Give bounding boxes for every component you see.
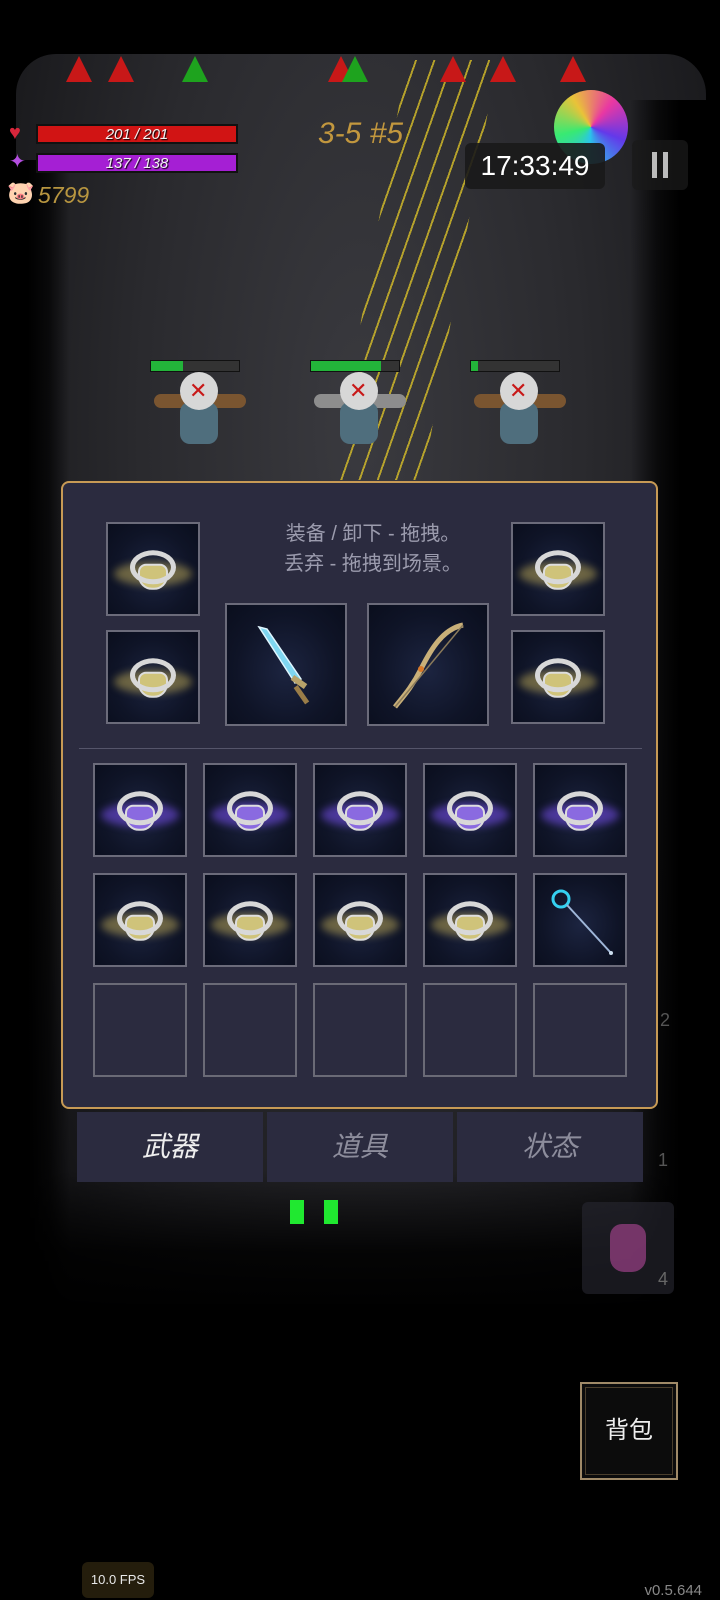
enemy-scarecrow[interactable]: [310, 360, 406, 450]
gold-count: 5799: [38, 182, 90, 208]
fps-counter: 10.0 FPS: [82, 1562, 154, 1598]
mp-bar: 137 / 138: [36, 153, 238, 173]
tab-status[interactable]: 状态: [457, 1112, 643, 1182]
bag-slot[interactable]: [93, 873, 187, 967]
potion-icon: [610, 1224, 646, 1272]
enemy-head: [340, 372, 378, 410]
gold-ring-icon: [535, 658, 581, 693]
wand-icon: [551, 889, 613, 955]
bow-icon: [393, 622, 464, 709]
tab-weapons[interactable]: 武器: [77, 1112, 263, 1182]
equip-slot-ring[interactable]: [106, 522, 200, 616]
potion-quick-slot[interactable]: 4: [582, 1202, 674, 1294]
sword-icon: [257, 625, 310, 705]
equip-slot-ring[interactable]: [106, 630, 200, 724]
equip-slot-weapon[interactable]: [367, 603, 489, 726]
bag-slot-empty[interactable]: [313, 983, 407, 1077]
enemy-marker: [108, 56, 134, 82]
gold-ring-icon: [337, 901, 383, 936]
bag-slot-empty[interactable]: [203, 983, 297, 1077]
gold-ring-icon: [447, 901, 493, 936]
bag-slot[interactable]: [203, 873, 297, 967]
equip-slot-ring[interactable]: [511, 522, 605, 616]
forest-left: [0, 160, 70, 1310]
pig-icon: 🐷: [7, 180, 35, 205]
enemy-hp-bar: [310, 360, 400, 372]
bag-slot-empty[interactable]: [423, 983, 517, 1077]
side-count: 2: [660, 1010, 671, 1030]
bag-slot[interactable]: [533, 763, 627, 857]
bag-slot[interactable]: [533, 873, 627, 967]
hp-text: 201 / 201: [105, 126, 169, 143]
hint-equip: 装备 / 卸下 - 拖拽。: [285, 523, 461, 545]
stage-label: 3-5 #5: [318, 117, 404, 150]
version-label: v0.5.644: [644, 1582, 702, 1599]
purple-ring-icon: [447, 791, 493, 826]
bag-slot-empty[interactable]: [533, 983, 627, 1077]
ally-marker: [182, 56, 208, 82]
backpack-button[interactable]: 背包: [580, 1382, 678, 1480]
mp-text: 137 / 138: [105, 155, 169, 172]
gold-ring-icon: [535, 550, 581, 585]
bag-slot[interactable]: [93, 763, 187, 857]
bag-slot[interactable]: [423, 763, 517, 857]
enemy-head: [180, 372, 218, 410]
purple-ring-icon: [557, 791, 603, 826]
hp-bar: 201 / 201: [36, 124, 238, 144]
enemy-scarecrow[interactable]: [470, 360, 566, 450]
equip-slot-ring[interactable]: [511, 630, 605, 724]
gold-ring-icon: [130, 658, 176, 693]
hint-discard: 丢弃 - 拖拽到场景。: [284, 553, 462, 575]
gold-ring-icon: [117, 901, 163, 936]
bag-slot[interactable]: [313, 763, 407, 857]
game-clock: 17:33:49: [465, 143, 605, 189]
enemy-marker: [440, 56, 466, 82]
enemy-hp-bar: [470, 360, 560, 372]
purple-ring-icon: [337, 791, 383, 826]
enemy-marker: [560, 56, 586, 82]
gold-ring-icon: [130, 550, 176, 585]
enemy-scarecrow[interactable]: [150, 360, 246, 450]
bag-slot-empty[interactable]: [93, 983, 187, 1077]
purple-ring-icon: [117, 791, 163, 826]
inventory-hint: 装备 / 卸下 - 拖拽。 丢弃 - 拖拽到场景。: [253, 519, 493, 579]
pause-button[interactable]: [632, 140, 688, 190]
equip-slot-weapon[interactable]: [225, 603, 347, 726]
enemy-head: [500, 372, 538, 410]
enemy-marker: [66, 56, 92, 82]
purple-ring-icon: [227, 791, 273, 826]
inventory-divider: [79, 748, 642, 749]
potion-count: 4: [657, 1269, 668, 1289]
bag-slot[interactable]: [203, 763, 297, 857]
enemy-hp-bar: [150, 360, 240, 372]
bag-slot[interactable]: [423, 873, 517, 967]
inventory-panel: 装备 / 卸下 - 拖拽。 丢弃 - 拖拽到场景。: [61, 481, 658, 1109]
heart-icon: ♥: [9, 122, 21, 144]
enemy-marker: [490, 56, 516, 82]
ally-marker: [342, 56, 368, 82]
gold-ring-icon: [227, 901, 273, 936]
mana-icon: ✦: [9, 151, 26, 173]
bag-slot[interactable]: [313, 873, 407, 967]
side-count: 1: [658, 1150, 669, 1170]
tab-items[interactable]: 道具: [267, 1112, 453, 1182]
